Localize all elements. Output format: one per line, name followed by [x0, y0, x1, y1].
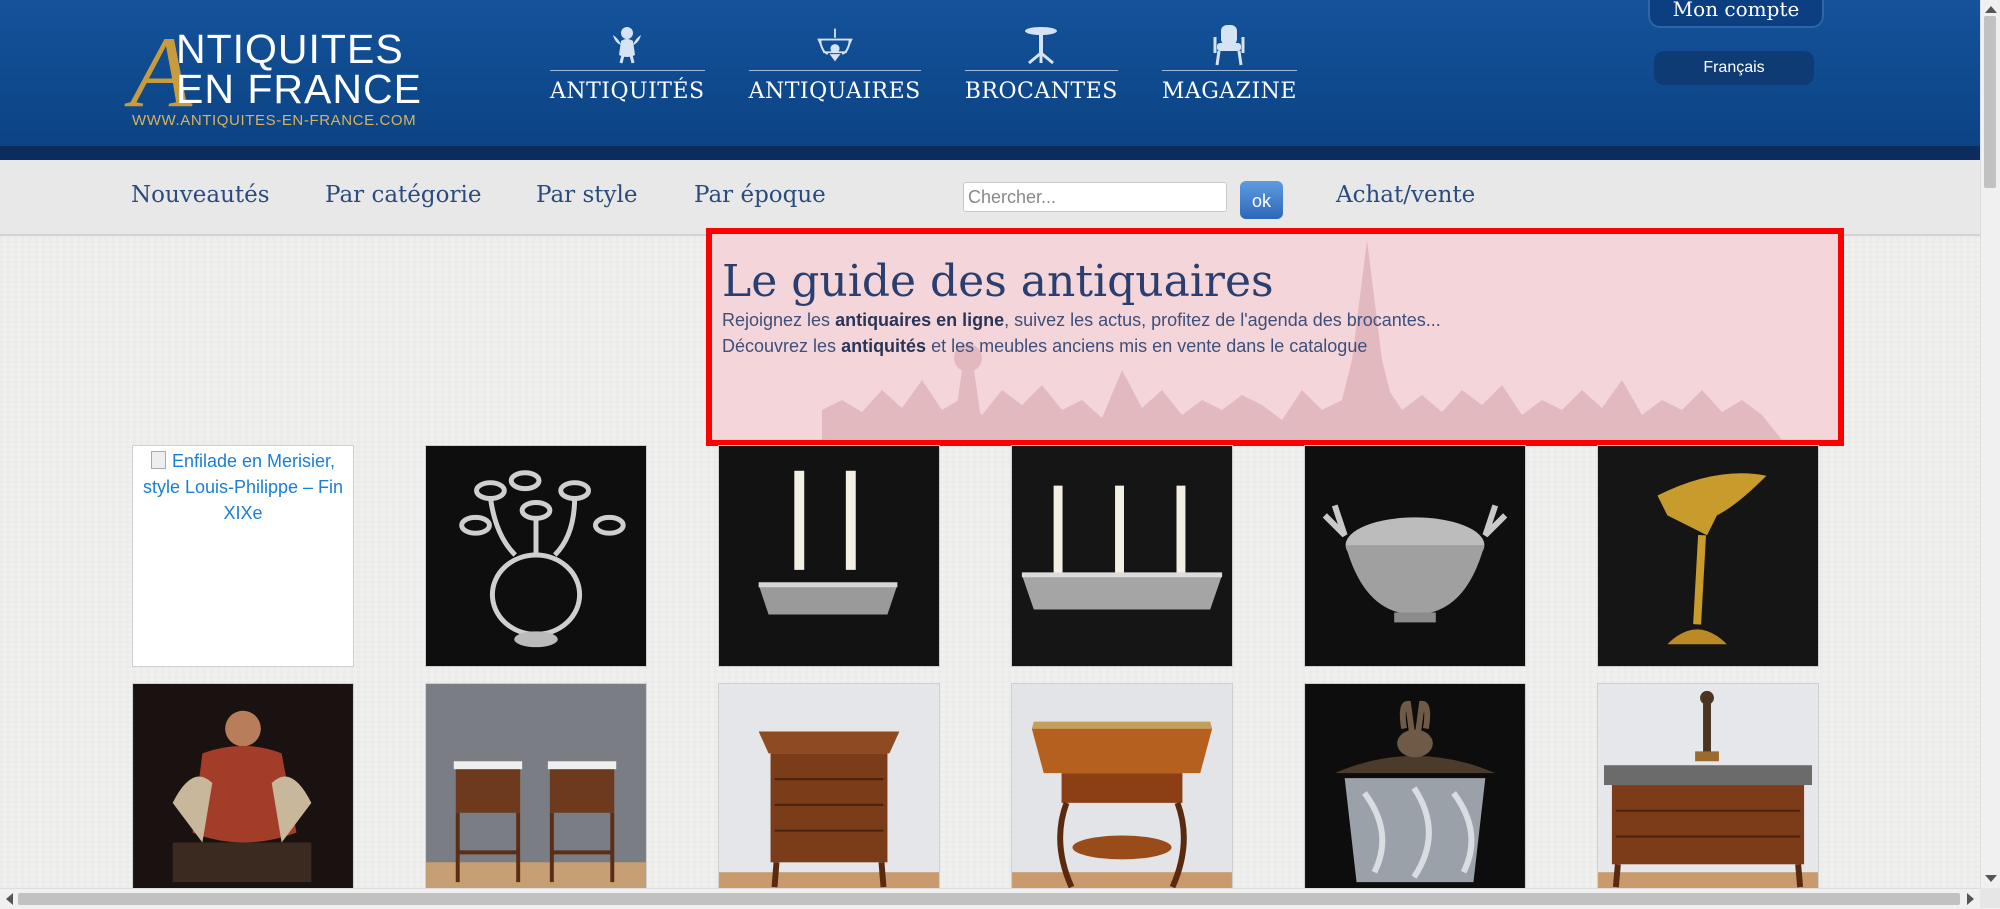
hero-banner: Le guide des antiquaires Rejoignez les a… [706, 228, 1844, 446]
hero-bold: antiquités [841, 336, 927, 356]
subnav-nouveautes[interactable]: Nouveautés [131, 182, 270, 208]
subnav-par-epoque[interactable]: Par époque [694, 182, 826, 208]
main-nav-magazine[interactable]: MAGAZINE [1161, 24, 1297, 114]
product-image [1305, 446, 1525, 666]
product-image [1012, 446, 1232, 666]
product-tile[interactable] [718, 683, 940, 888]
secondary-nav: Nouveautés Par catégorie Par style Par é… [0, 160, 1980, 236]
product-image [1598, 684, 1818, 888]
hero-text: et les meubles anciens mis en vente dans… [926, 336, 1368, 356]
main-nav-label: MAGAZINE [1161, 79, 1297, 104]
product-tile[interactable]: Enfilade en Merisier, style Louis-Philip… [132, 445, 354, 667]
page: A NTIQUITES EN FRANCE WWW.ANTIQUITES-EN-… [0, 0, 1980, 888]
product-image [426, 684, 646, 888]
product-tile[interactable] [1597, 445, 1819, 667]
horizontal-scroll-thumb[interactable] [18, 893, 1960, 905]
product-tile[interactable] [1304, 445, 1526, 667]
vertical-scrollbar[interactable] [1980, 0, 2000, 888]
nav-divider [550, 70, 705, 71]
product-alt-text: Enfilade en Merisier, style Louis-Philip… [142, 451, 344, 523]
scrollbar-corner [1980, 888, 2000, 908]
product-image [719, 684, 939, 888]
nav-divider [1161, 70, 1297, 71]
subnav-achat-vente[interactable]: Achat/vente [1336, 182, 1475, 208]
product-image [1305, 684, 1525, 888]
subnav-par-categorie[interactable]: Par catégorie [325, 182, 481, 208]
scroll-right-arrow-icon[interactable] [1967, 893, 1974, 905]
header-bottom-strip [0, 146, 1980, 160]
hero-text: Rejoignez les [722, 310, 836, 330]
pedestal-table-icon [1021, 24, 1061, 66]
product-tile[interactable] [1597, 683, 1819, 888]
product-image [719, 446, 939, 666]
hero-line-2: Découvrez les antiquités et les meubles … [722, 336, 1367, 357]
product-tile[interactable] [718, 445, 940, 667]
main-nav: ANTIQUITÉS ANTIQUAIRES BROCANTES MAGAZIN… [550, 24, 1297, 114]
scroll-up-arrow-icon[interactable] [1985, 6, 1997, 13]
hero-title: Le guide des antiquaires [722, 256, 1274, 307]
scroll-left-arrow-icon[interactable] [6, 893, 13, 905]
product-tile[interactable] [425, 445, 647, 667]
main-nav-antiquaires[interactable]: ANTIQUAIRES [748, 24, 921, 114]
site-header: A NTIQUITES EN FRANCE WWW.ANTIQUITES-EN-… [0, 0, 1980, 146]
main-nav-label: BROCANTES [964, 79, 1118, 104]
logo-url: WWW.ANTIQUITES-EN-FRANCE.COM [132, 112, 417, 129]
chandelier-icon [815, 24, 855, 66]
product-image [133, 684, 353, 888]
hero-text: , suivez les actus, profitez de l'agenda… [1004, 310, 1441, 330]
product-tile[interactable] [1011, 445, 1233, 667]
product-image [1598, 446, 1818, 666]
nav-divider [748, 70, 921, 71]
language-selector[interactable]: Français [1654, 51, 1814, 85]
broken-image-icon [150, 451, 166, 469]
horizontal-scrollbar[interactable] [0, 888, 1980, 909]
logo-line-2: EN FRANCE [176, 66, 422, 112]
subnav-par-style[interactable]: Par style [536, 182, 637, 208]
armchair-icon [1209, 24, 1249, 66]
product-grid: Enfilade en Merisier, style Louis-Philip… [130, 445, 1820, 888]
hero-line-1: Rejoignez les antiquaires en ligne, suiv… [722, 310, 1441, 331]
cherub-icon [607, 24, 647, 66]
search-input[interactable] [963, 182, 1227, 212]
product-image [426, 446, 646, 666]
search-ok-button[interactable]: ok [1240, 181, 1283, 219]
broken-image-alt: Enfilade en Merisier, style Louis-Philip… [133, 446, 353, 526]
scroll-down-arrow-icon[interactable] [1985, 875, 1997, 882]
hero-text: Découvrez les [722, 336, 842, 356]
account-button[interactable]: Mon compte [1648, 0, 1824, 28]
main-nav-label: ANTIQUITÉS [550, 79, 705, 104]
hero-bold: antiquaires en ligne [835, 310, 1005, 330]
product-tile[interactable] [1304, 683, 1526, 888]
product-tile[interactable] [425, 683, 647, 888]
product-image [1012, 684, 1232, 888]
nav-divider [964, 70, 1118, 71]
site-logo[interactable]: A NTIQUITES EN FRANCE WWW.ANTIQUITES-EN-… [130, 22, 450, 136]
vertical-scroll-thumb[interactable] [1984, 16, 1996, 188]
product-tile[interactable] [132, 683, 354, 888]
main-nav-antiquites[interactable]: ANTIQUITÉS [550, 24, 705, 114]
main-nav-label: ANTIQUAIRES [748, 79, 921, 104]
product-tile[interactable] [1011, 683, 1233, 888]
main-nav-brocantes[interactable]: BROCANTES [964, 24, 1118, 114]
